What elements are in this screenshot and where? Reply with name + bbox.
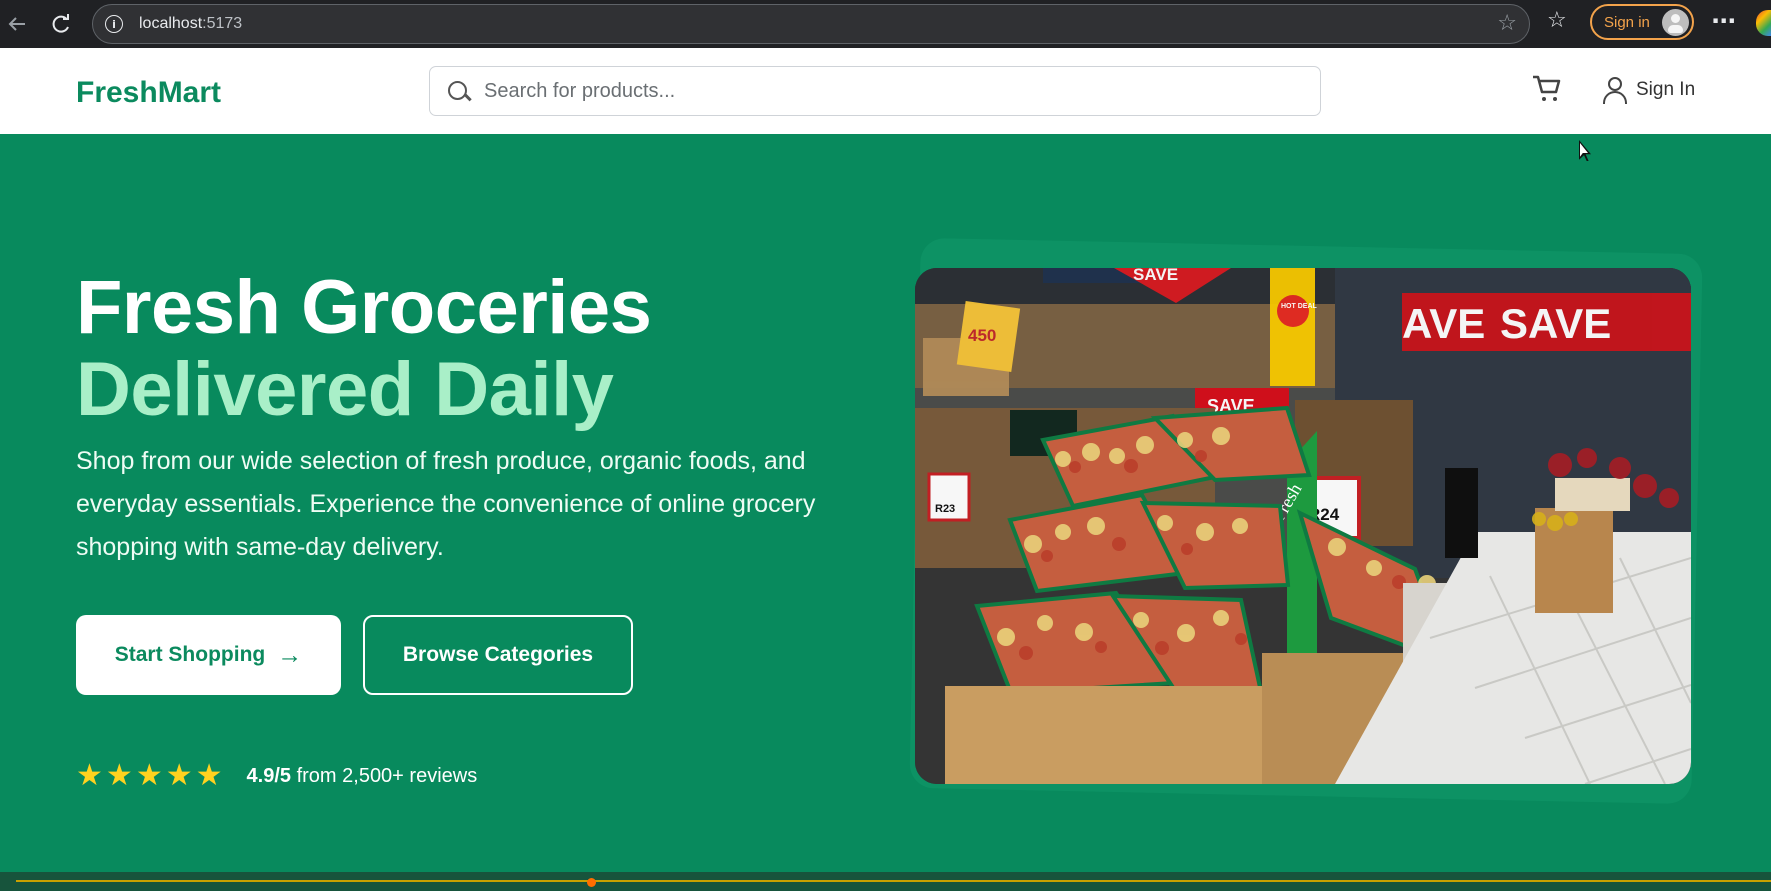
product-search-field[interactable] (429, 66, 1321, 116)
loading-bar (16, 880, 1771, 882)
bookmark-star-icon[interactable]: ☆ (1497, 13, 1517, 35)
sign-in-link[interactable]: Sign In (1602, 76, 1695, 104)
arrow-right-icon: → (277, 640, 303, 669)
start-shopping-button[interactable]: Start Shopping → (76, 615, 341, 695)
svg-text:450: 450 (968, 326, 996, 345)
site-header: FreshMart Sign In (0, 48, 1771, 134)
browser-sign-in-label: Sign in (1604, 13, 1650, 31)
grocery-store-image: 450 SAVE HOT DEAL AVE SAVE SAVE R23 R24 … (915, 268, 1691, 784)
hero-title: Fresh Groceries Delivered Daily (76, 265, 652, 432)
search-input[interactable] (484, 79, 1284, 103)
back-icon[interactable] (0, 7, 34, 41)
start-shopping-label: Start Shopping (114, 643, 266, 666)
star-icon: ★ (135, 758, 163, 793)
top-save-sign: SAVE (1133, 268, 1178, 284)
hero-description: Shop from our wide selection of fresh pr… (76, 447, 816, 561)
address-bar[interactable]: i localhost:5173 ☆ (92, 4, 1530, 44)
save-banner-2: SAVE (1500, 300, 1611, 347)
browse-categories-label: Browse Categories (402, 643, 594, 666)
star-icon: ★ (165, 758, 193, 793)
browse-categories-button[interactable]: Browse Categories (363, 615, 633, 695)
search-icon (444, 77, 472, 105)
hero-title-primary: Fresh Groceries (76, 265, 652, 350)
page-bottom-edge (0, 872, 1771, 891)
star-icon: ★ (195, 758, 223, 793)
user-icon (1602, 76, 1627, 104)
freshmart-logo[interactable]: FreshMart (76, 76, 221, 110)
customer-rating: ★ ★ ★ ★ ★ 4.9/5 from 2,500+ reviews (76, 761, 477, 791)
avatar-icon (1662, 9, 1689, 36)
more-options-icon[interactable]: ··· (1711, 7, 1736, 35)
cart-icon[interactable] (1531, 73, 1563, 105)
browser-extension-icon[interactable] (1756, 10, 1771, 36)
browser-sign-in-button[interactable]: Sign in (1590, 4, 1694, 40)
loading-dot (587, 878, 596, 887)
reload-icon[interactable] (44, 7, 78, 41)
sign-in-label: Sign In (1636, 79, 1696, 100)
url-text: localhost:5173 (139, 15, 243, 32)
browser-toolbar: i localhost:5173 ☆ ☆ Sign in ··· (0, 0, 1771, 48)
price-tag-1: R23 (935, 503, 955, 515)
hot-deal-sign: HOT DEAL (1281, 303, 1318, 310)
rating-text: 4.9/5 from 2,500+ reviews (246, 764, 478, 787)
favorites-icon[interactable]: ☆ (1547, 8, 1567, 33)
hero-title-accent: Delivered Daily (76, 347, 614, 432)
star-icon: ★ (76, 758, 103, 793)
star-icon: ★ (105, 758, 133, 793)
hero-section: Fresh Groceries Delivered Daily Shop fro… (0, 134, 1771, 872)
site-info-icon[interactable]: i (105, 15, 123, 33)
save-banner-1: AVE (1402, 300, 1485, 347)
